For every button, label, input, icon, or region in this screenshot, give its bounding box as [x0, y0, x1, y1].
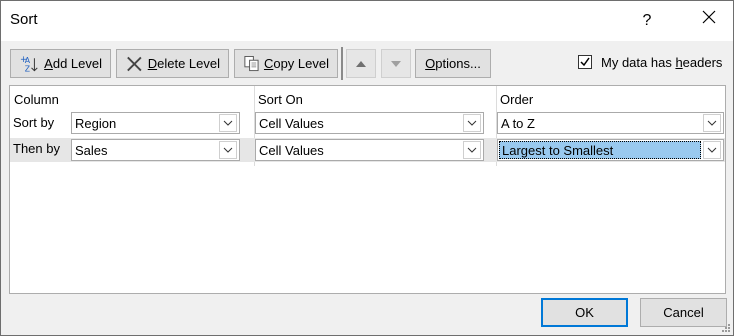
column-select-row1[interactable]: Region [71, 112, 240, 134]
delete-level-hotkey: D [147, 56, 158, 71]
order-select-value: Largest to Smallest [502, 143, 614, 158]
dropdown-button[interactable] [219, 141, 237, 159]
chevron-down-icon [223, 147, 233, 153]
delete-level-button[interactable]: Delete Level [116, 49, 229, 78]
row-label: Then by [13, 141, 60, 156]
toolbar-separator [341, 47, 343, 80]
svg-text:A: A [25, 56, 31, 65]
ok-button[interactable]: OK [541, 298, 628, 327]
headers-checkbox-label[interactable]: My data has headers [601, 55, 722, 70]
add-level-icon: + A Z [20, 55, 38, 73]
chevron-down-icon [467, 147, 477, 153]
copy-level-hotkey: C [263, 56, 274, 71]
triangle-up-icon [356, 60, 366, 67]
chevron-down-icon [467, 120, 477, 126]
triangle-down-icon [391, 60, 401, 67]
order-header: Order [500, 92, 534, 107]
dialog-title: Sort [10, 11, 38, 28]
sort-on-select-row1[interactable]: Cell Values [255, 112, 484, 134]
cancel-label: Cancel [663, 305, 704, 320]
sort-dialog: Sort ? + A Z Add Level Delete Level Copy… [0, 0, 734, 336]
sort-on-header: Sort On [258, 92, 303, 107]
headers-checkbox[interactable] [578, 55, 592, 69]
add-level-hotkey: A [44, 56, 53, 71]
svg-text:Z: Z [25, 64, 30, 73]
options-hotkey: O [425, 56, 436, 71]
help-button[interactable]: ? [629, 7, 665, 35]
selected-text-highlight: Largest to Smallest [499, 141, 701, 159]
copy-level-label: opy Level [273, 56, 329, 71]
sort-on-select-value: Cell Values [259, 143, 324, 158]
dropdown-button[interactable] [219, 114, 237, 132]
ok-label: OK [575, 305, 594, 320]
add-level-label: dd Level [52, 56, 102, 71]
delete-level-label: elete Level [157, 56, 220, 71]
column-select-value: Sales [75, 143, 108, 158]
title-bar: Sort ? [1, 1, 733, 41]
sort-levels-grid: Column Sort On Order Sort by Region Cell… [9, 85, 726, 294]
dropdown-button[interactable] [703, 114, 721, 132]
add-level-button[interactable]: + A Z Add Level [10, 49, 111, 78]
delete-x-icon [127, 56, 142, 71]
copy-level-button[interactable]: Copy Level [234, 49, 338, 78]
column-select-value: Region [75, 116, 117, 131]
order-select-row1[interactable]: A to Z [497, 112, 724, 134]
row-label: Sort by [13, 115, 55, 130]
chevron-down-icon [707, 147, 717, 153]
column-select-row2[interactable]: Sales [71, 139, 240, 161]
options-button[interactable]: Options... [415, 49, 491, 78]
order-select-value: A to Z [501, 116, 535, 131]
dropdown-button[interactable] [463, 141, 481, 159]
close-button[interactable] [689, 5, 729, 35]
column-header: Column [14, 92, 59, 107]
cancel-button[interactable]: Cancel [640, 298, 727, 327]
options-label: ptions... [435, 56, 481, 71]
chevron-down-icon [707, 120, 717, 126]
copy-icon [244, 55, 259, 71]
close-icon [702, 10, 716, 24]
sort-on-select-row2[interactable]: Cell Values [255, 139, 484, 161]
move-up-button[interactable] [346, 49, 376, 78]
checkmark-icon [580, 57, 590, 67]
chevron-down-icon [223, 120, 233, 126]
dropdown-button[interactable] [463, 114, 481, 132]
move-down-button[interactable] [381, 49, 411, 78]
dropdown-button[interactable] [703, 141, 721, 159]
resize-grip-icon[interactable] [721, 323, 731, 333]
order-select-row2[interactable]: Largest to Smallest [497, 139, 724, 161]
sort-on-select-value: Cell Values [259, 116, 324, 131]
